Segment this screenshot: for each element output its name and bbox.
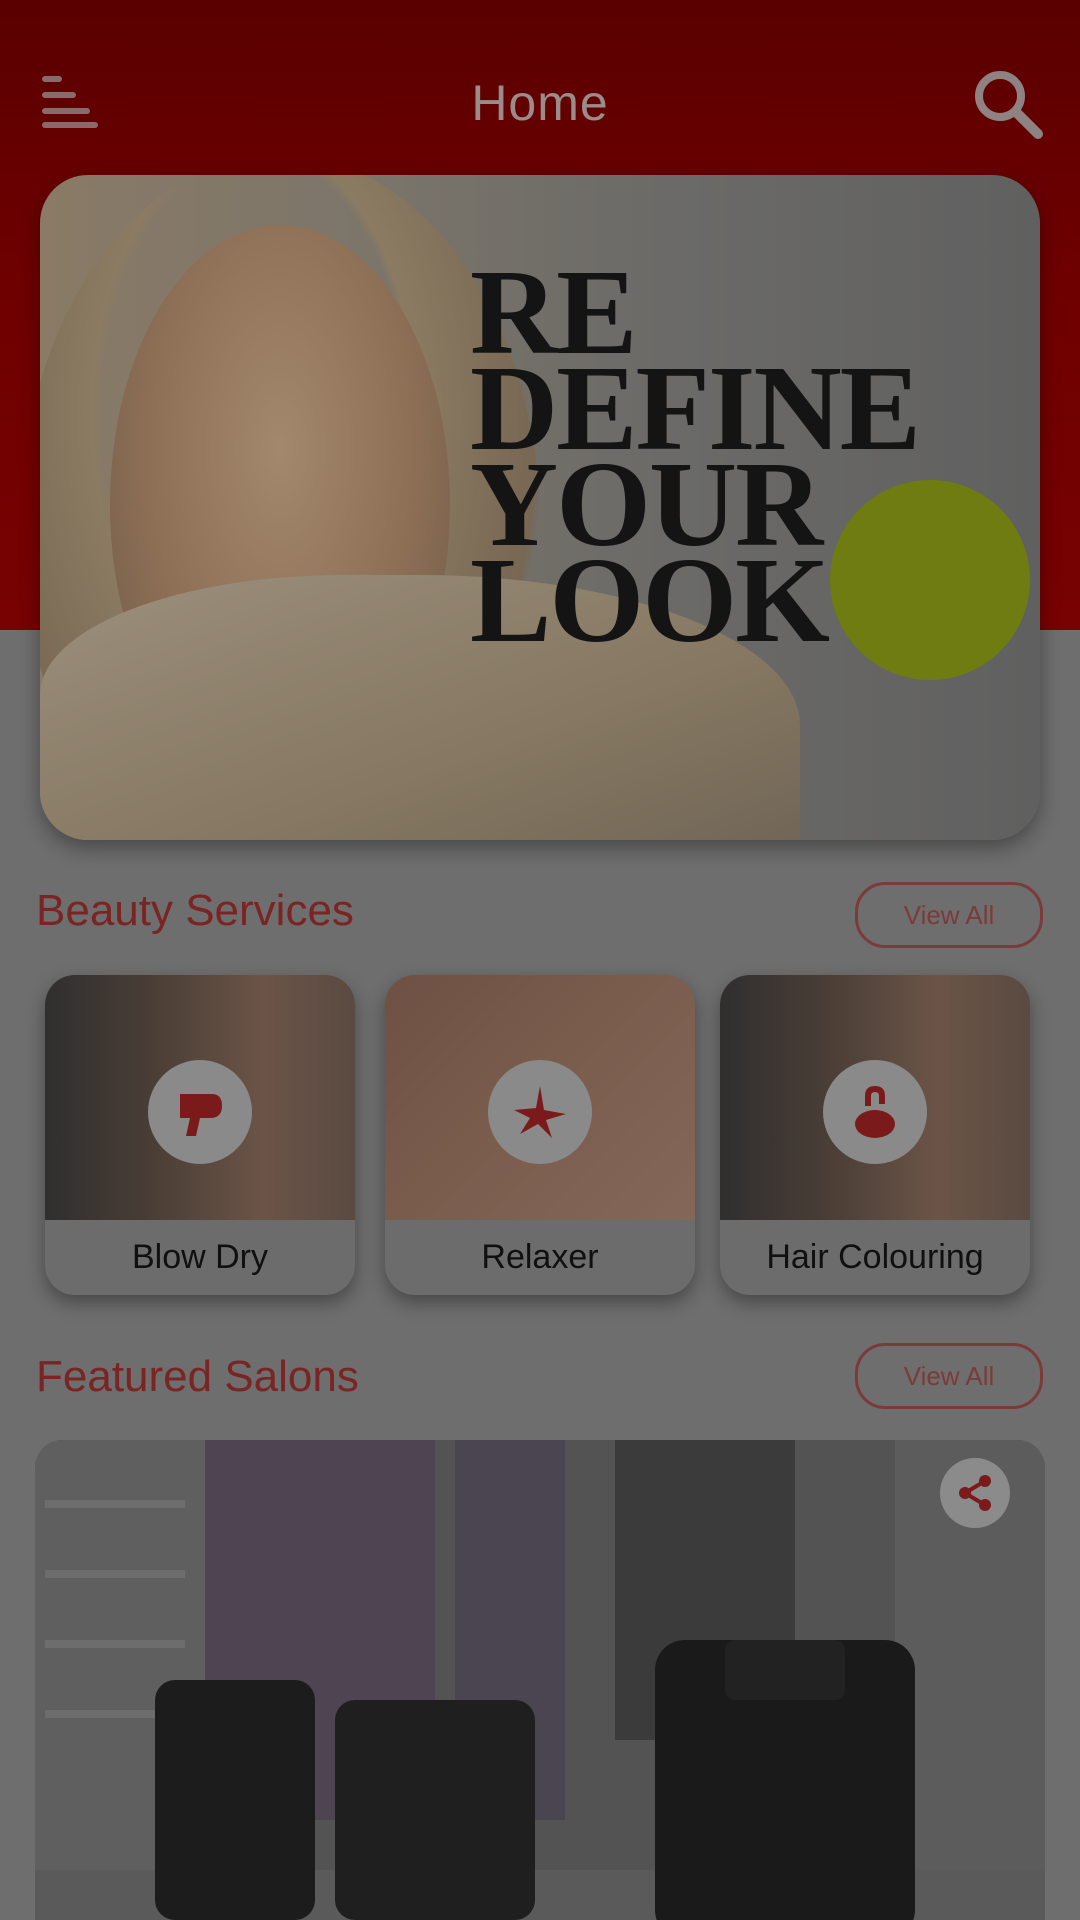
relaxer-icon [488, 1060, 592, 1164]
top-bar: Home [0, 40, 1080, 160]
hair-dryer-icon [148, 1060, 252, 1164]
share-icon[interactable] [940, 1458, 1010, 1528]
service-label: Blow Dry [131, 1238, 269, 1276]
service-label: Relaxer [481, 1238, 599, 1276]
app-screen: Home RE DEFINE YOUR LOOK Beauty Services… [0, 0, 1080, 1920]
beauty-services-view-all-button[interactable]: View All [855, 882, 1043, 948]
hero-offer-badge [830, 480, 1030, 680]
page-title: Home [471, 75, 609, 131]
featured-salons-view-all-button[interactable]: View All [855, 1343, 1043, 1409]
salon-photo [35, 1440, 1045, 1920]
service-card-blow-dry[interactable]: Blow Dry [45, 975, 355, 1295]
search-icon[interactable] [970, 66, 1046, 142]
beauty-services-title: Beauty Services [36, 886, 354, 935]
featured-salon-card[interactable] [35, 1440, 1045, 1920]
service-label: Hair Colouring [766, 1238, 984, 1276]
service-card-relaxer[interactable]: Relaxer [385, 975, 695, 1295]
hero-banner[interactable]: RE DEFINE YOUR LOOK [40, 175, 1040, 840]
service-card-hair-colouring[interactable]: Hair Colouring [720, 975, 1030, 1295]
featured-salons-title: Featured Salons [36, 1352, 359, 1401]
hair-colour-icon [823, 1060, 927, 1164]
